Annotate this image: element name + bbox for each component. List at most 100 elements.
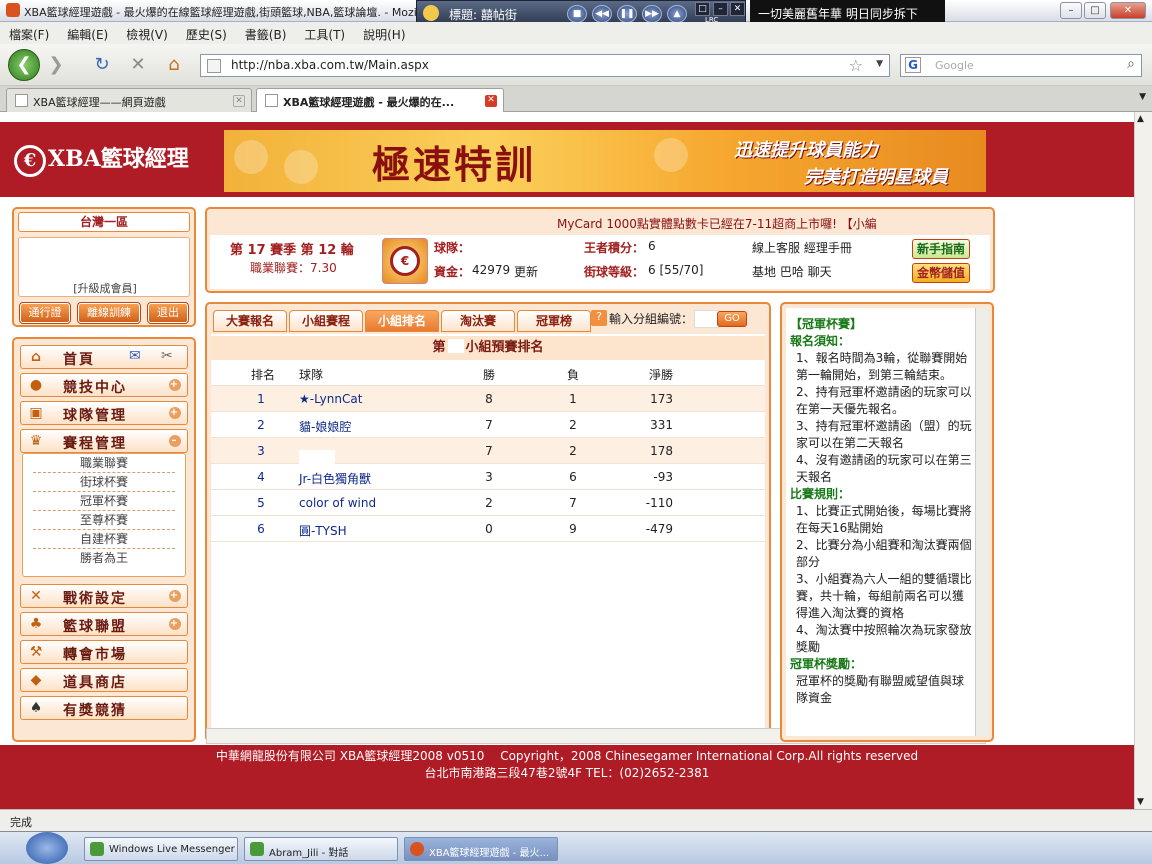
menu-view[interactable]: 檢視(V) bbox=[117, 22, 177, 43]
menu-file[interactable]: 檔案(F) bbox=[0, 22, 58, 43]
pass-button[interactable]: 通行證 bbox=[19, 302, 71, 324]
menu-help[interactable]: 說明(H) bbox=[354, 22, 414, 43]
eject-icon[interactable]: ▲ bbox=[667, 5, 687, 23]
close-button[interactable]: ✕ bbox=[1110, 2, 1146, 19]
tab-registration[interactable]: 大賽報名 bbox=[213, 310, 287, 332]
search-input[interactable]: G Google ⌕ bbox=[900, 54, 1142, 77]
tab-close-icon[interactable]: ✕ bbox=[233, 95, 245, 107]
menu-home[interactable]: ⌂ 首頁 ✉ ✂ bbox=[20, 345, 188, 369]
team-link[interactable]: ★-LynnCat bbox=[299, 392, 362, 406]
reload-icon[interactable]: ↻ bbox=[90, 54, 114, 76]
submenu-champion-cup[interactable]: 冠軍杯賽 bbox=[33, 492, 175, 511]
menu-arena[interactable]: ● 競技中心 + bbox=[20, 373, 188, 397]
collapse-icon[interactable]: – bbox=[169, 435, 181, 447]
bookmark-star-icon[interactable]: ☆ bbox=[849, 56, 863, 75]
tab-xba-game-active[interactable]: XBA籃球經理遊戲 - 最火爆的在... ✕ bbox=[256, 88, 504, 112]
menu-tactics[interactable]: ✕ 戰術設定 + bbox=[20, 584, 188, 608]
scroll-up-icon[interactable]: ▲ bbox=[1137, 114, 1144, 124]
tab-close-icon[interactable]: ✕ bbox=[485, 95, 497, 107]
submenu-street-cup[interactable]: 街球杯賽 bbox=[33, 473, 175, 492]
stop-icon[interactable]: ■ bbox=[567, 5, 587, 23]
menu-team[interactable]: ▣ 球隊管理 + bbox=[20, 401, 188, 425]
menu-shop[interactable]: ◆ 道具商店 bbox=[20, 668, 188, 692]
go-button[interactable]: GO bbox=[717, 311, 747, 327]
forward-button[interactable]: ❯ bbox=[44, 54, 68, 76]
address-bar[interactable]: http://nba.xba.com.tw/Main.aspx ☆ ▼ bbox=[200, 54, 890, 77]
home-icon[interactable]: ⌂ bbox=[162, 54, 186, 76]
maximize-button[interactable]: □ bbox=[1084, 2, 1106, 19]
menu-history[interactable]: 歷史(S) bbox=[177, 22, 236, 43]
logo-emblem-icon: € bbox=[14, 145, 46, 177]
google-icon[interactable]: G bbox=[905, 57, 921, 73]
menu-schedule[interactable]: ♛ 賽程管理 – bbox=[20, 429, 188, 453]
tab-xba-webgame[interactable]: XBA籃球經理——網頁遊戲 ✕ bbox=[6, 88, 252, 112]
tab-group-schedule[interactable]: 小組賽程 bbox=[289, 310, 363, 332]
submenu-pro-league[interactable]: 職業聯賽 bbox=[33, 454, 175, 473]
firefox-icon bbox=[410, 842, 424, 856]
news-marquee[interactable]: MyCard 1000點實體點數卡已經在7-11超商上市囉! 【小編 bbox=[557, 215, 991, 232]
site-logo[interactable]: € XBA籃球經理 bbox=[14, 141, 189, 177]
player-minimize-icon[interactable]: – bbox=[713, 2, 728, 16]
page-scrollbar[interactable]: ▲ ▼ bbox=[1134, 112, 1152, 809]
minimize-button[interactable]: – bbox=[1060, 2, 1082, 19]
taskbar-chat[interactable]: Abram_Jili - 對話 bbox=[244, 837, 398, 861]
upgrade-link[interactable]: [升級成會員] bbox=[19, 280, 191, 296]
team-link[interactable]: color of wind bbox=[299, 496, 376, 510]
expand-icon[interactable]: + bbox=[169, 407, 181, 419]
newbie-guide-button[interactable]: 新手指南 bbox=[912, 239, 970, 259]
team-link[interactable]: 貓-娘娘腔 bbox=[299, 418, 351, 435]
stop-icon[interactable]: ✕ bbox=[126, 54, 150, 76]
submenu-custom-cup[interactable]: 自建杯賽 bbox=[33, 530, 175, 549]
rules-scrollbar[interactable] bbox=[975, 308, 988, 736]
next-icon[interactable]: ▶▶ bbox=[642, 5, 662, 23]
team-link[interactable]: 圓-TYSH bbox=[299, 522, 347, 539]
menu-edit[interactable]: 編輯(E) bbox=[58, 22, 117, 43]
menu-bookmarks[interactable]: 書籤(B) bbox=[236, 22, 296, 43]
previous-icon[interactable]: ◀◀ bbox=[592, 5, 612, 23]
scroll-down-icon[interactable]: ▼ bbox=[1137, 797, 1144, 807]
expand-icon[interactable]: + bbox=[169, 618, 181, 630]
tab-group-ranking[interactable]: 小組排名 bbox=[365, 310, 439, 332]
player-close-icon[interactable]: ✕ bbox=[730, 2, 745, 16]
exit-button[interactable]: 退出 bbox=[147, 302, 189, 324]
back-button[interactable]: ❮ bbox=[8, 49, 40, 81]
start-button[interactable] bbox=[26, 832, 68, 864]
page-icon bbox=[15, 94, 28, 107]
submenu-winner-king[interactable]: 勝者為王 bbox=[33, 549, 175, 568]
table-header: 排名 球隊 勝 負 淨勝 bbox=[211, 360, 765, 386]
site-favicon bbox=[207, 59, 221, 73]
expand-icon[interactable]: + bbox=[169, 379, 181, 391]
rule-item: 2、持有冠軍杯邀請函的玩家可以在第一天優先報名。 bbox=[796, 385, 972, 416]
pause-icon[interactable]: ❚❚ bbox=[617, 5, 637, 23]
registration-heading: 報名須知： bbox=[790, 334, 851, 348]
tab-champions[interactable]: 冠軍榜 bbox=[517, 310, 591, 332]
search-icon[interactable]: ⌕ bbox=[1127, 56, 1135, 72]
rule-item: 1、報名時間為3輪，從聯賽開始第一輪開始，到第三輪結束。 bbox=[796, 351, 968, 382]
prize-heading: 冠軍杯獎勵： bbox=[790, 657, 863, 671]
tab-list-icon[interactable]: ▼ bbox=[1139, 92, 1146, 102]
rule-item: 3、持有冠軍杯邀請函（盟）的玩家可以在第二天報名 bbox=[796, 419, 972, 450]
service-links[interactable]: 線上客服 經理手冊 bbox=[752, 239, 852, 256]
taskbar-messenger[interactable]: Windows Live Messenger bbox=[84, 837, 238, 861]
taskbar-firefox[interactable]: XBA籃球經理遊戲 - 最火... bbox=[404, 837, 558, 861]
base-links[interactable]: 基地 巴哈 聊天 bbox=[752, 263, 832, 280]
menu-quiz[interactable]: ♠ 有獎競猜 bbox=[20, 696, 188, 720]
table-row: 5 color of wind 2 7 -110 bbox=[211, 490, 765, 516]
expand-icon[interactable]: + bbox=[169, 590, 181, 602]
url-text: http://nba.xba.com.tw/Main.aspx bbox=[231, 58, 429, 72]
menu-league[interactable]: ♣ 籃球聯盟 + bbox=[20, 612, 188, 636]
team-link[interactable]: Jr-白色獨角獸 bbox=[299, 470, 371, 487]
player-restore-icon[interactable]: □ bbox=[695, 2, 710, 16]
help-icon[interactable]: ? bbox=[591, 310, 607, 326]
refresh-link[interactable]: 更新 bbox=[514, 263, 538, 280]
tab-knockout[interactable]: 淘汰賽 bbox=[441, 310, 515, 332]
submenu-supreme-cup[interactable]: 至尊杯賽 bbox=[33, 511, 175, 530]
menu-tools[interactable]: 工具(T) bbox=[295, 22, 354, 43]
menu-transfer[interactable]: ⚒ 轉會市場 bbox=[20, 640, 188, 664]
deposit-button[interactable]: 金幣儲值 bbox=[912, 263, 970, 283]
tools-icon[interactable]: ✂ bbox=[161, 348, 175, 364]
promo-banner[interactable]: 極速特訓 迅速提升球員能力 完美打造明星球員 bbox=[224, 130, 986, 192]
mail-icon[interactable]: ✉ bbox=[129, 348, 143, 364]
url-dropdown-icon[interactable]: ▼ bbox=[876, 59, 883, 69]
offline-training-button[interactable]: 離線訓練 bbox=[77, 302, 141, 324]
